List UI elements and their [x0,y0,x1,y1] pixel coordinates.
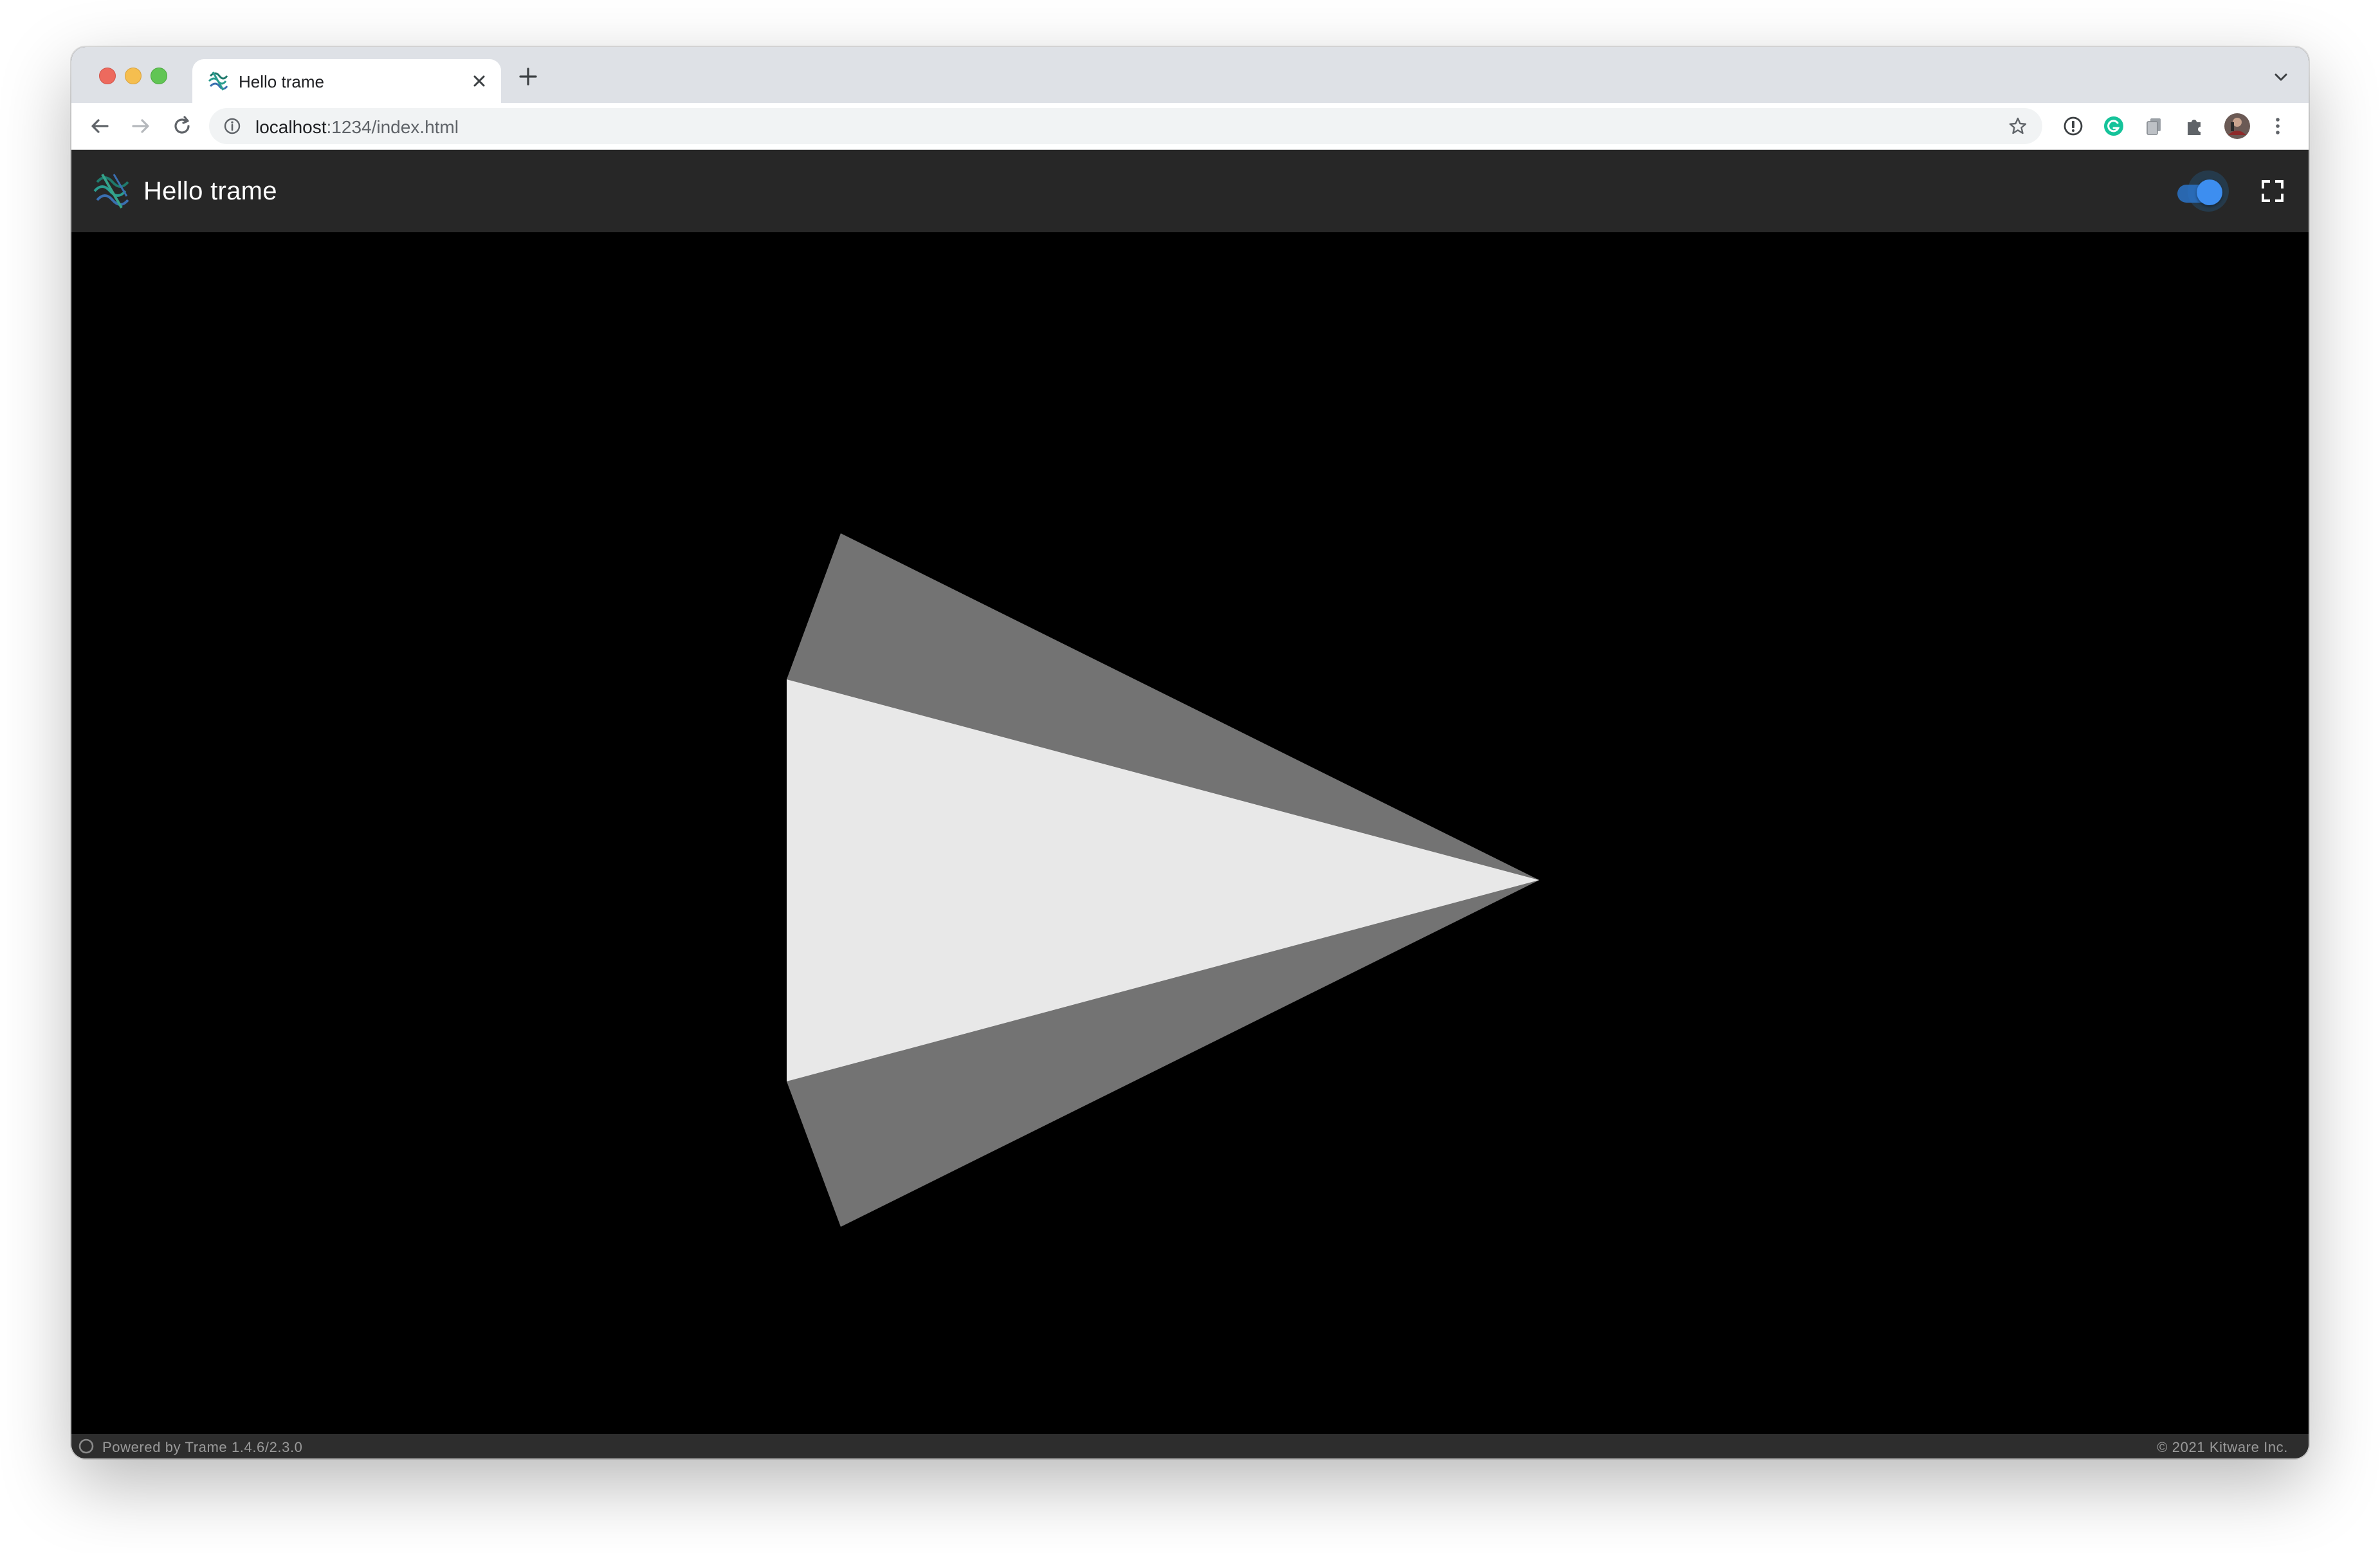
tab-title: Hello trame [239,72,324,91]
more-vertical-icon[interactable] [2266,115,2289,138]
star-icon[interactable] [2008,116,2028,136]
cone-render [787,533,1539,1227]
info-icon[interactable] [223,117,241,135]
loading-status-icon [78,1438,94,1454]
copyright-text: © 2021 Kitware Inc. [2157,1439,2288,1455]
browser-toolbar: localhost:1234/index.html [71,103,2309,150]
arrow-left-icon[interactable] [86,112,114,140]
arrow-right-icon[interactable] [127,112,155,140]
browser-tab[interactable]: Hello trame [192,59,501,103]
reload-icon[interactable] [168,112,196,140]
grammarly-icon[interactable] [2102,115,2125,138]
profile-avatar-icon[interactable] [2223,112,2251,140]
puzzle-piece-icon[interactable] [2183,115,2206,138]
copy-extension-icon[interactable] [2143,115,2166,138]
screenshot-stage: Hello trame localhost:1234/index.html He… [0,0,2380,1553]
powered-by-text: Powered by Trame 1.4.6/2.3.0 [102,1439,303,1455]
close-icon[interactable] [466,68,492,94]
trame-logo-icon [93,174,129,208]
url-path: :1234/index.html [326,117,459,137]
app-footer: Powered by Trame 1.4.6/2.3.0 © 2021 Kitw… [71,1434,2309,1458]
toggle-thumb[interactable] [2197,179,2222,205]
url-host: localhost [255,117,327,137]
app-toolbar: Hello trame [71,150,2309,232]
tab-strip: Hello trame [71,47,2309,103]
address-bar[interactable]: localhost:1234/index.html [209,108,2042,144]
fullscreen-icon[interactable] [2257,176,2288,207]
url-text: localhost:1234/index.html [255,117,459,138]
render-view[interactable] [71,232,2309,1434]
app-title: Hello trame [143,177,277,205]
theme-toggle-switch[interactable] [2172,170,2229,212]
trame-logo-icon [208,71,228,91]
password-manager-icon[interactable] [2062,115,2085,138]
minimize-window-button[interactable] [125,68,142,84]
plus-icon[interactable] [515,64,541,89]
chevron-down-icon[interactable] [2271,68,2291,87]
browser-window: Hello trame localhost:1234/index.html He… [71,47,2309,1458]
maximize-window-button[interactable] [151,68,167,84]
close-window-button[interactable] [99,68,116,84]
